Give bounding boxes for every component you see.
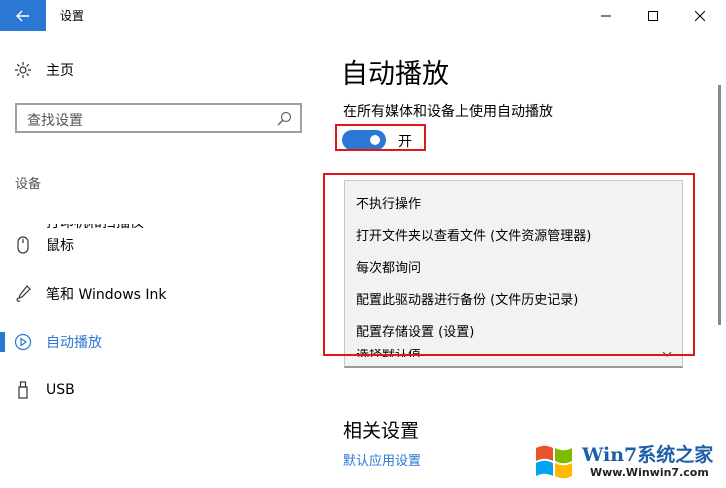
search-icon[interactable] bbox=[277, 111, 292, 126]
maximize-icon bbox=[648, 10, 658, 21]
maximize-button[interactable] bbox=[630, 0, 676, 31]
sidebar-item-label: USB bbox=[46, 382, 75, 398]
sidebar-item-usb[interactable]: USB bbox=[0, 370, 318, 410]
autoplay-icon bbox=[14, 333, 32, 351]
windows-logo-icon bbox=[536, 445, 572, 479]
watermark: Win7系统之家 Www.Winwin7.com bbox=[530, 436, 726, 486]
sidebar-item-mouse[interactable]: 鼠标 bbox=[0, 225, 318, 265]
highlight-box bbox=[323, 173, 695, 356]
highlight-box bbox=[335, 124, 426, 151]
gear-icon bbox=[15, 62, 31, 78]
search-input[interactable]: 查找设置 bbox=[15, 103, 302, 133]
back-button[interactable] bbox=[0, 0, 46, 31]
home-link[interactable]: 主页 bbox=[14, 60, 74, 80]
sidebar: 主页 查找设置 设备 打印机和扫描仪 鼠标 笔和 Windows Ink bbox=[0, 31, 318, 488]
usb-icon bbox=[18, 381, 28, 399]
back-arrow-icon bbox=[16, 10, 29, 21]
mouse-icon bbox=[17, 236, 29, 254]
close-icon bbox=[695, 10, 705, 21]
close-button[interactable] bbox=[677, 0, 723, 31]
watermark-brand: Win7系统之家 bbox=[582, 444, 714, 466]
scrollbar[interactable] bbox=[718, 85, 721, 325]
minimize-button[interactable] bbox=[583, 0, 629, 31]
default-apps-link[interactable]: 默认应用设置 bbox=[343, 450, 421, 469]
sidebar-item-pen[interactable]: 笔和 Windows Ink bbox=[0, 274, 318, 314]
pen-icon bbox=[16, 285, 31, 302]
sidebar-item-autoplay[interactable]: 自动播放 bbox=[0, 322, 318, 362]
window-title: 设置 bbox=[60, 9, 85, 23]
related-settings-title: 相关设置 bbox=[343, 420, 420, 442]
watermark-url: Www.Winwin7.com bbox=[590, 466, 709, 479]
page-title: 自动播放 bbox=[341, 59, 449, 90]
nav-group-title: 设备 bbox=[15, 177, 42, 192]
search-placeholder: 查找设置 bbox=[27, 113, 83, 129]
sidebar-item-label: 笔和 Windows Ink bbox=[46, 287, 167, 303]
toggle-caption: 在所有媒体和设备上使用自动播放 bbox=[343, 104, 553, 120]
home-label: 主页 bbox=[46, 63, 74, 79]
title-bar: 设置 bbox=[0, 0, 726, 31]
minimize-icon bbox=[601, 15, 611, 16]
sidebar-item-label: 鼠标 bbox=[46, 238, 74, 254]
sidebar-item-label: 自动播放 bbox=[46, 335, 102, 351]
